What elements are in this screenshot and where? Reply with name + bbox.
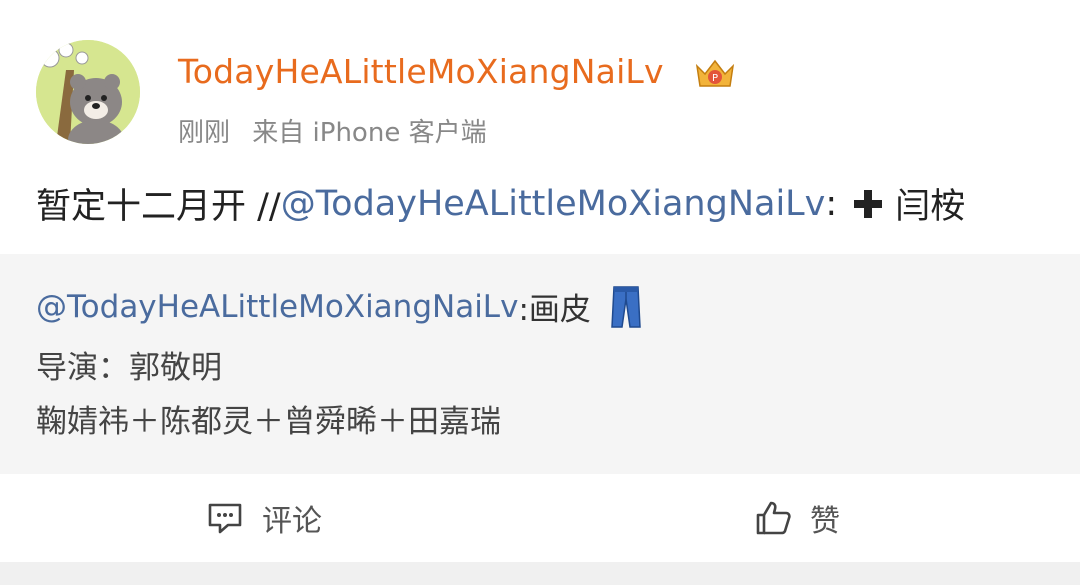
heavy-plus-icon bbox=[854, 189, 883, 218]
weibo-post: TodayHeALittleMoXiangNaiLv P 刚刚 来自 iPhon… bbox=[0, 0, 1080, 585]
thumbs-up-icon bbox=[756, 501, 791, 535]
comment-icon bbox=[208, 503, 242, 534]
vip-crown-icon: P bbox=[695, 59, 735, 87]
post-text-prefix: 暂定十二月开 // bbox=[36, 187, 281, 227]
avatar[interactable] bbox=[36, 40, 140, 144]
like-label: 赞 bbox=[810, 504, 840, 539]
post-text: 暂定十二月开 // @TodayHeALittleMoXiangNaiLv : … bbox=[36, 178, 965, 229]
bear-avatar-image bbox=[36, 40, 140, 144]
svg-text:P: P bbox=[712, 73, 718, 84]
post-text-suffix: 闫桉 bbox=[895, 187, 966, 227]
comment-label: 评论 bbox=[262, 504, 322, 539]
like-button[interactable]: 赞 bbox=[754, 496, 840, 540]
repost-line-3: 鞠婧祎＋陈都灵＋曾舜晞＋田嘉瑞 bbox=[36, 404, 501, 440]
repost-line-2: 导演：郭敬明 bbox=[36, 350, 222, 386]
post-text-colon: : bbox=[825, 183, 838, 224]
action-bar: 评论 赞 bbox=[0, 474, 1080, 562]
repost-line-1: @TodayHeALittleMoXiangNaiLv :画皮 bbox=[36, 284, 641, 329]
jeans-icon bbox=[611, 285, 641, 328]
comment-button[interactable]: 评论 bbox=[206, 496, 322, 540]
post-source[interactable]: 来自 iPhone 客户端 bbox=[252, 118, 486, 148]
post-meta: 刚刚 来自 iPhone 客户端 bbox=[178, 112, 501, 149]
repost-line-1-text: :画皮 bbox=[518, 292, 591, 328]
repost-mention-link[interactable]: @TodayHeALittleMoXiangNaiLv bbox=[36, 289, 518, 325]
username[interactable]: TodayHeALittleMoXiangNaiLv bbox=[178, 52, 664, 91]
bottom-divider bbox=[0, 562, 1080, 585]
repost-box[interactable]: @TodayHeALittleMoXiangNaiLv :画皮 导演：郭敬明 鞠… bbox=[0, 254, 1080, 474]
post-time: 刚刚 bbox=[178, 118, 231, 148]
mention-link[interactable]: @TodayHeALittleMoXiangNaiLv bbox=[281, 184, 826, 224]
